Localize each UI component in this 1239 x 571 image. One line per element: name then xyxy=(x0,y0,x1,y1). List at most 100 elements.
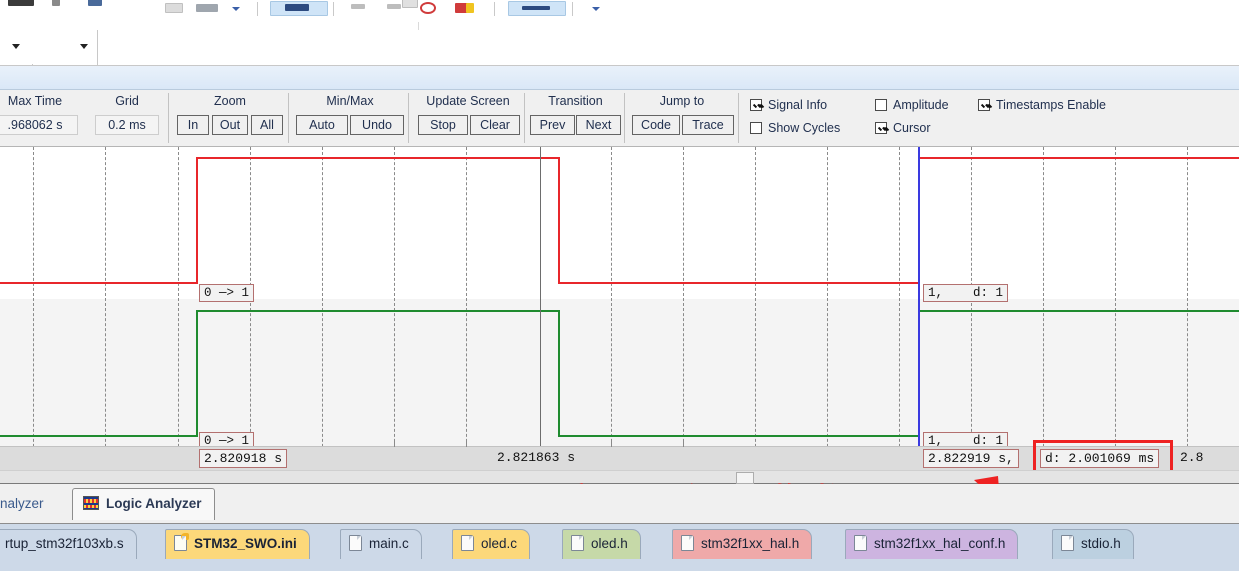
file-icon xyxy=(1061,535,1074,551)
chevron-down-icon[interactable] xyxy=(12,44,20,49)
reset-icon[interactable] xyxy=(420,2,436,14)
file-tab-stm32f1xx-hal-conf-h[interactable]: stm32f1xx_hal_conf.h xyxy=(845,529,1019,559)
checkbox-box[interactable] xyxy=(750,99,762,111)
cursor-line-grey[interactable] xyxy=(540,147,541,447)
checkbox-timestamps-enable[interactable]: Timestamps Enable xyxy=(978,98,1106,112)
file-icon xyxy=(854,535,867,551)
checkbox-box[interactable] xyxy=(750,122,762,134)
logic-analyzer-icon xyxy=(83,496,99,510)
signal-red-transition-label: 0 —> 1 xyxy=(199,284,255,302)
gridline xyxy=(33,147,34,457)
group-label: Jump to xyxy=(659,94,705,108)
tab-label: Logic Analyzer xyxy=(106,496,202,511)
group-grid: Grid 0.2 ms xyxy=(92,90,162,147)
file-tab-bar: rtup_stm32f103xb.s STM32_SWO.ini main.c … xyxy=(0,524,1239,571)
toolbar-button-glyph xyxy=(285,4,309,11)
group-max-time: Max Time .968062 s xyxy=(0,90,84,147)
file-tab-oled-h[interactable]: oled.h xyxy=(562,529,641,559)
zoom-out-button[interactable]: Out xyxy=(212,115,248,135)
checkbox-signal-info[interactable]: Signal Info xyxy=(750,98,827,112)
gridline xyxy=(1187,147,1188,457)
toolbar-icon-blob[interactable] xyxy=(351,4,365,9)
minmax-auto-button[interactable]: Auto xyxy=(296,115,348,135)
jump-code-button[interactable]: Code xyxy=(632,115,680,135)
file-tab-stdio-h[interactable]: stdio.h xyxy=(1052,529,1134,559)
gridline xyxy=(683,147,684,457)
waveform-canvas[interactable]: 0 —> 1 0 —> 1 1, d: 1 1, d: 1 xyxy=(0,147,1239,457)
flag-icon xyxy=(466,3,474,13)
group-label: Max Time xyxy=(7,94,63,108)
gridline xyxy=(250,147,251,457)
group-label: Grid xyxy=(115,94,139,108)
signal-band-red xyxy=(0,147,1239,299)
toolbar-icon-blob[interactable] xyxy=(402,0,418,8)
chevron-down-icon[interactable] xyxy=(232,7,240,11)
file-tab-label: rtup_stm32f103xb.s xyxy=(5,536,124,551)
timestamp-blue-cursor: 2.822919 s, xyxy=(923,449,1019,468)
cursor-line-blue[interactable] xyxy=(918,147,920,447)
update-clear-button[interactable]: Clear xyxy=(470,115,520,135)
gridline xyxy=(611,441,612,447)
group-label: Transition xyxy=(548,94,603,108)
group-jump-to: Jump to Code Trace xyxy=(628,90,736,147)
checkbox-label: Signal Info xyxy=(768,98,828,112)
chevron-down-icon[interactable] xyxy=(592,7,600,11)
group-label: Zoom xyxy=(214,94,246,108)
toolbar-row3 xyxy=(0,30,1239,66)
group-transition: Transition Prev Next xyxy=(528,90,623,147)
group-minmax: Min/Max Auto Undo xyxy=(294,90,406,147)
checkbox-label: Amplitude xyxy=(893,98,949,112)
file-tab-stm32f1xx-hal-h[interactable]: stm32f1xx_hal.h xyxy=(672,529,813,559)
checkbox-cursor[interactable]: Cursor xyxy=(875,121,931,135)
max-time-field[interactable]: .968062 s xyxy=(0,115,78,135)
checkbox-box[interactable] xyxy=(875,122,887,134)
checkbox-show-cycles[interactable]: Show Cycles xyxy=(750,121,840,135)
gridline xyxy=(899,147,900,457)
checkbox-box[interactable] xyxy=(978,99,990,111)
tab-previous-analyzer[interactable]: nalyzer xyxy=(0,496,44,511)
chevron-down-icon[interactable] xyxy=(80,44,88,49)
file-tab-label: stm32f1xx_hal.h xyxy=(701,536,800,551)
tools-toolbar: 🔧 xyxy=(0,30,98,89)
signal-red-cursor-label: 1, d: 1 xyxy=(923,284,1009,302)
file-tab-stm32-swo-ini[interactable]: STM32_SWO.ini xyxy=(165,529,310,559)
checkbox-label: Cursor xyxy=(893,121,931,135)
toolbar-icon-blob[interactable] xyxy=(52,0,60,6)
zoom-in-button[interactable]: In xyxy=(177,115,209,135)
signal-band-green xyxy=(0,299,1239,457)
toolbar-icon-blob[interactable] xyxy=(8,0,34,6)
file-icon xyxy=(461,535,474,551)
minmax-undo-button[interactable]: Undo xyxy=(350,115,404,135)
zoom-all-button[interactable]: All xyxy=(251,115,283,135)
checkbox-box[interactable] xyxy=(875,99,887,111)
file-tab-label: oled.h xyxy=(591,536,628,551)
file-tab-startup-stm32f103xb-s[interactable]: rtup_stm32f103xb.s xyxy=(0,529,137,559)
file-tab-oled-c[interactable]: oled.c xyxy=(452,529,531,559)
transition-next-button[interactable]: Next xyxy=(576,115,621,135)
toolbar-icon-blob[interactable] xyxy=(88,0,102,6)
update-stop-button[interactable]: Stop xyxy=(418,115,468,135)
file-icon xyxy=(681,535,694,551)
gridline xyxy=(755,147,756,457)
jump-trace-button[interactable]: Trace xyxy=(682,115,734,135)
gridline xyxy=(683,441,684,447)
toolbar-button-icon[interactable] xyxy=(165,3,183,13)
file-icon xyxy=(571,535,584,551)
gridline xyxy=(394,441,395,447)
gridline xyxy=(611,147,612,457)
tab-logic-analyzer[interactable]: Logic Analyzer xyxy=(72,488,215,520)
transition-prev-button[interactable]: Prev xyxy=(530,115,575,135)
toolbar-button-icon[interactable] xyxy=(196,4,218,12)
group-label: Update Screen xyxy=(426,94,510,108)
logic-analyzer-toolbar: Max Time .968062 s Grid 0.2 ms Zoom In O… xyxy=(0,90,1239,147)
gridline xyxy=(827,147,828,457)
toolbar-icon-blob[interactable] xyxy=(387,4,401,9)
file-tab-main-c[interactable]: main.c xyxy=(340,529,422,559)
toolbar-button-glyph xyxy=(522,6,550,10)
group-label: Min/Max xyxy=(326,94,374,108)
file-icon xyxy=(349,535,362,551)
checkbox-amplitude[interactable]: Amplitude xyxy=(875,98,949,112)
toolbar-divider xyxy=(494,2,495,16)
toolbar-divider xyxy=(288,93,289,143)
grid-field[interactable]: 0.2 ms xyxy=(95,115,159,135)
